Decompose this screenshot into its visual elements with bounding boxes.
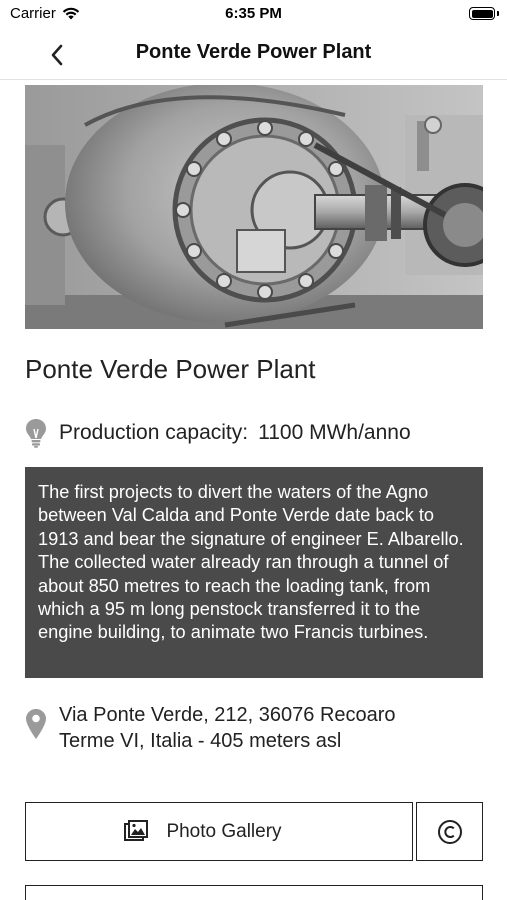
navigation-bar: Ponte Verde Power Plant: [0, 28, 507, 80]
production-capacity-row: Production capacity: 1100 MWh/anno: [25, 418, 411, 448]
nav-title: Ponte Verde Power Plant: [135, 41, 372, 63]
photo-gallery-label: Photo Gallery: [166, 820, 282, 842]
capacity-label: Production capacity:: [59, 421, 249, 444]
map-pin-icon: [26, 709, 46, 739]
description-text: The first projects to divert the waters …: [38, 482, 464, 643]
hero-photo[interactable]: [25, 85, 483, 329]
status-time: 6:35 PM: [225, 5, 282, 22]
place-title: Ponte Verde Power Plant: [25, 354, 316, 384]
address-line-1: Via Ponte Verde, 212, 36076 Recoaro: [59, 704, 396, 726]
address-text: Via Ponte Verde, 212, 36076 Recoaro Term…: [59, 702, 396, 754]
photo-gallery-icon: [124, 820, 148, 841]
battery-fill: [471, 9, 493, 18]
battery-tip: [497, 11, 499, 16]
description-box: The first projects to divert the waters …: [25, 467, 483, 678]
copyright-button[interactable]: [416, 802, 483, 861]
lightbulb-icon: [26, 419, 46, 448]
battery-icon: [469, 7, 495, 20]
status-bar: Carrier 6:35 PM: [0, 0, 507, 28]
turbine-image: [25, 85, 483, 329]
photo-gallery-button[interactable]: Photo Gallery: [25, 802, 413, 861]
next-panel[interactable]: [25, 885, 483, 900]
address-line-2: Terme VI, Italia - 405 meters asl: [59, 730, 342, 752]
capacity-value: 1100 MWh/anno: [258, 421, 411, 444]
address-row[interactable]: Via Ponte Verde, 212, 36076 Recoaro Term…: [25, 702, 465, 754]
screen: Carrier 6:35 PM Ponte Verde Power Plant: [0, 0, 507, 900]
copyright-icon: [437, 819, 462, 844]
